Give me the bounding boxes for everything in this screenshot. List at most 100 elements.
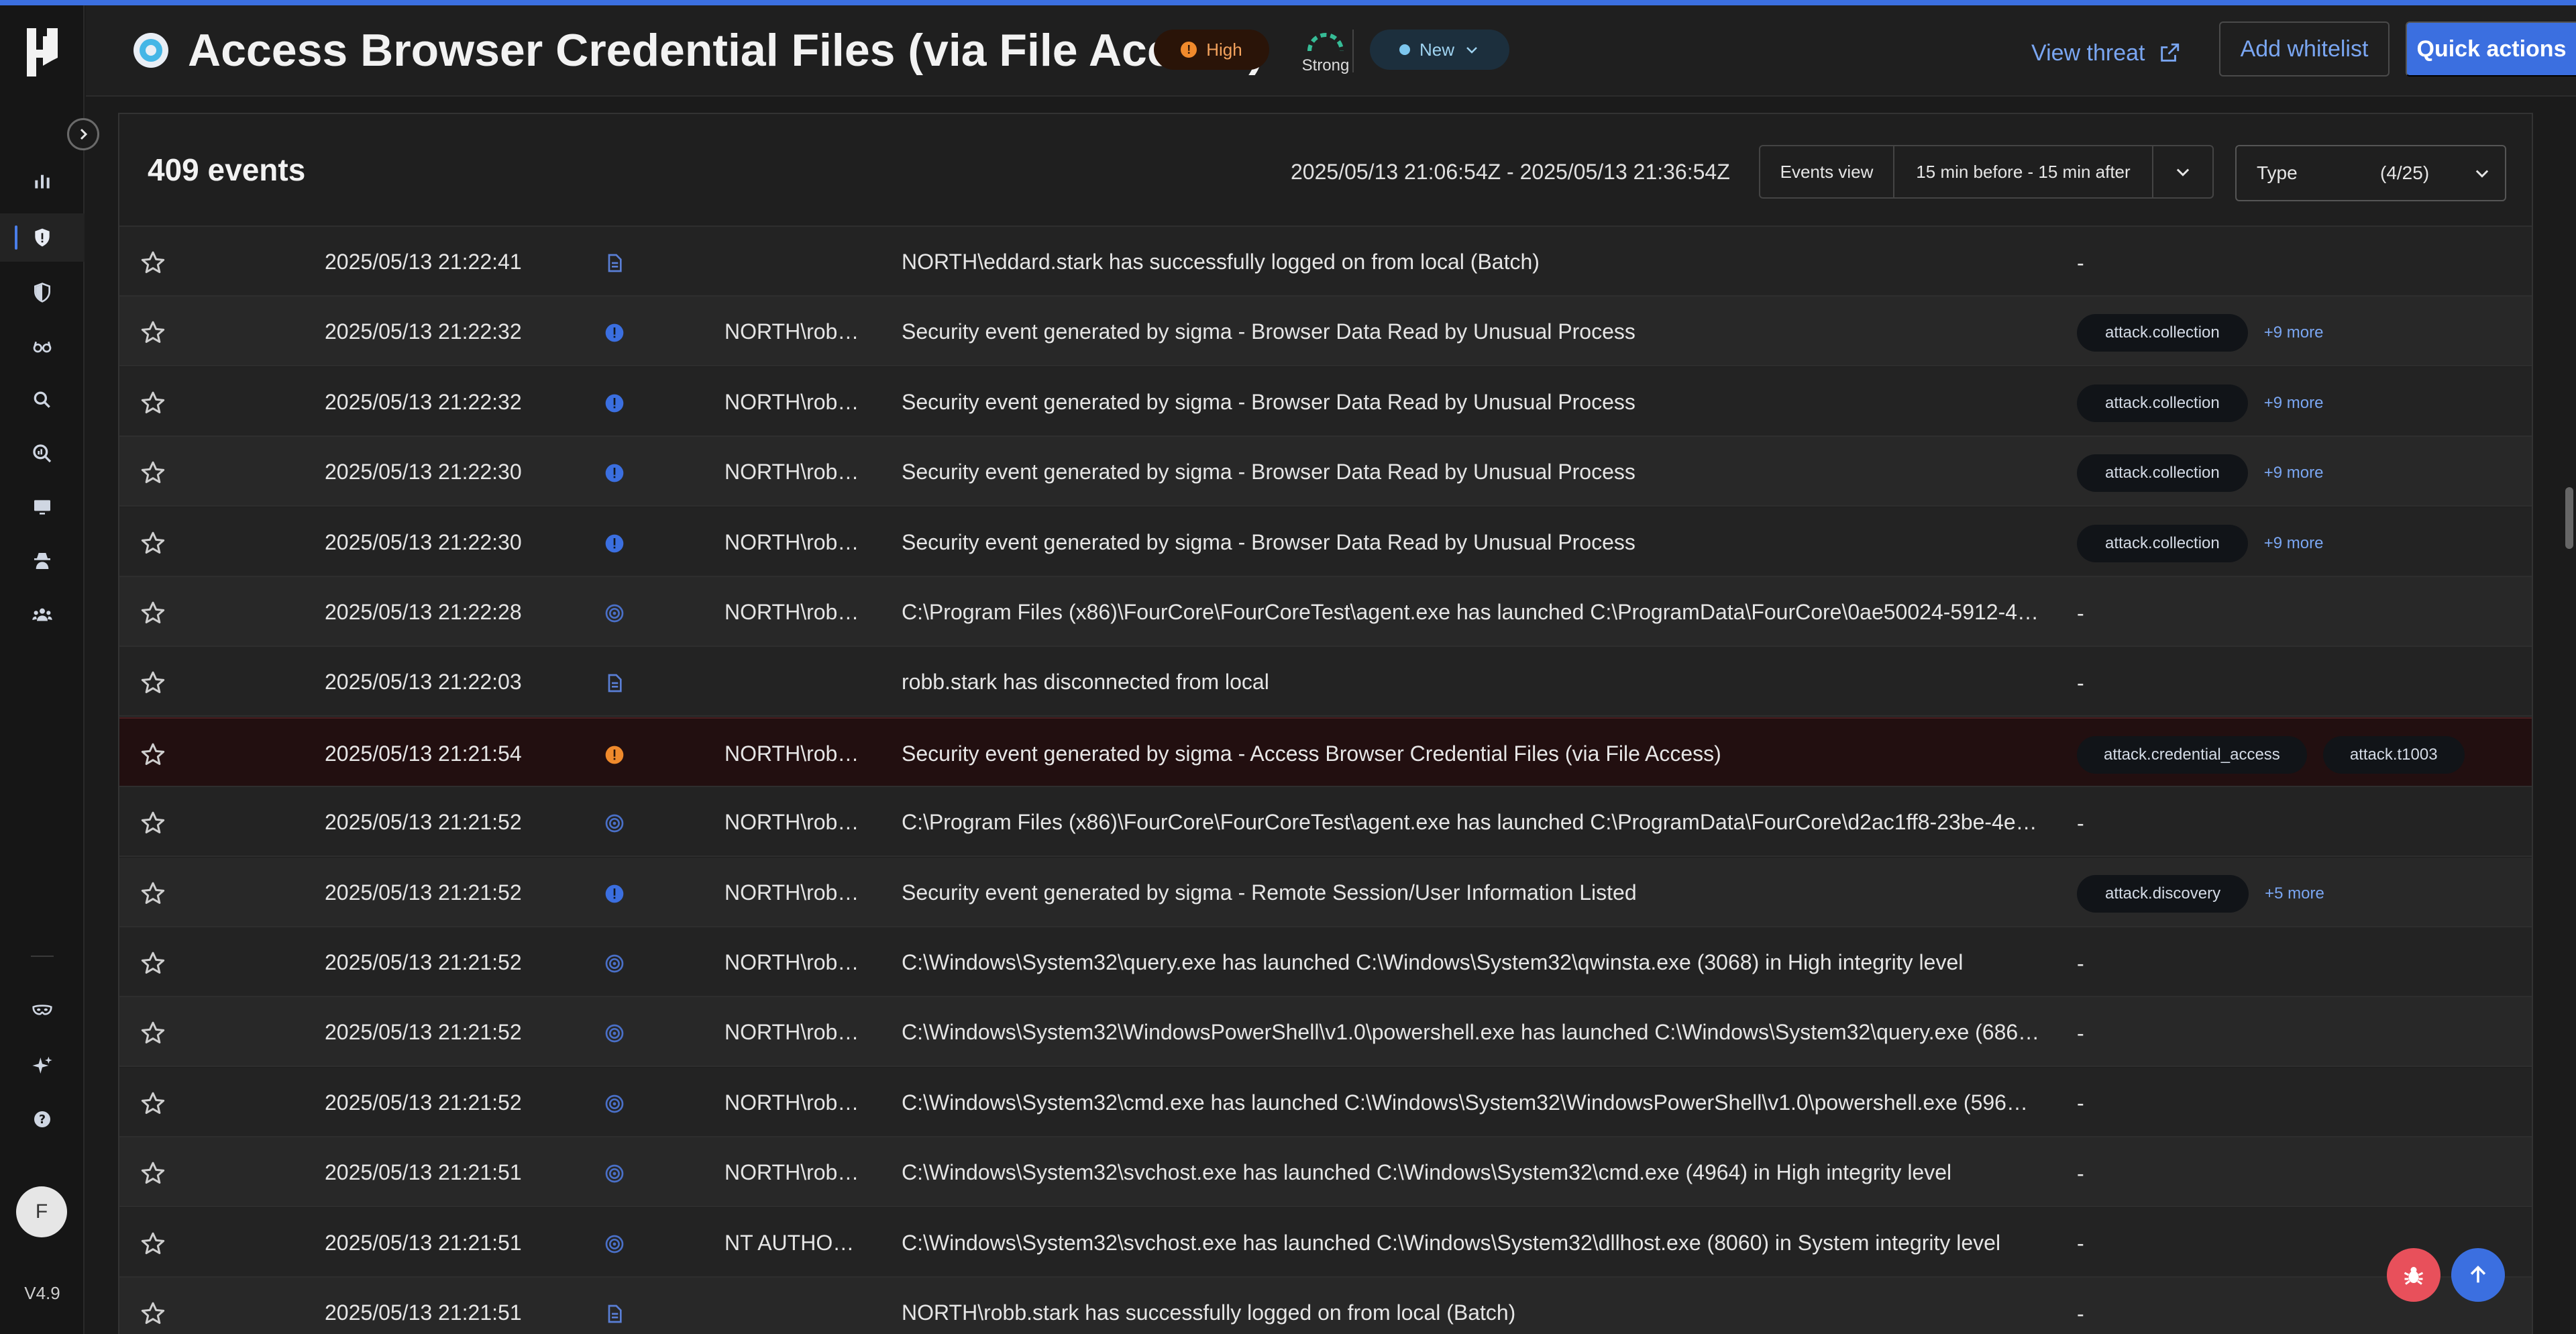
event-tags: attack.collection +9 more — [2077, 384, 2323, 422]
event-timestamp: 2025/05/13 21:22:32 — [325, 389, 522, 414]
external-link-icon — [2161, 43, 2180, 62]
log-file-icon — [604, 252, 625, 274]
nav-detections[interactable] — [0, 268, 85, 317]
star-icon[interactable] — [140, 250, 166, 276]
nav-analytics[interactable] — [0, 429, 85, 478]
sidebar-expand-button[interactable] — [67, 118, 99, 150]
mitre-tag[interactable]: attack.collection — [2077, 384, 2248, 422]
event-description: Security event generated by sigma - Brow… — [902, 529, 1635, 554]
nav-search[interactable] — [0, 376, 85, 424]
table-row[interactable]: 2025/05/13 21:21:51 NORTH\robb.stark C:\Wi… — [119, 1137, 2532, 1208]
view-threat-link[interactable]: View threat — [2031, 30, 2181, 76]
nav-endpoints[interactable] — [0, 483, 85, 531]
star-icon[interactable] — [140, 460, 166, 486]
table-row[interactable]: 2025/05/13 21:22:30 NORTH\robb.stark Secur… — [119, 437, 2532, 507]
mitre-tag[interactable]: attack.discovery — [2077, 874, 2249, 913]
table-row[interactable]: 2025/05/13 21:22:32 NORTH\robb.stark Secur… — [119, 297, 2532, 367]
more-tags-link[interactable]: +9 more — [2264, 534, 2324, 553]
mitre-tag[interactable]: attack.collection — [2077, 524, 2248, 562]
nav-agents[interactable] — [0, 537, 85, 585]
table-row[interactable]: 2025/05/13 21:22:32 NORTH\robb.stark Secur… — [119, 366, 2532, 437]
table-row[interactable]: 2025/05/13 21:21:52 NORTH\robb.stark C:\Wi… — [119, 997, 2532, 1068]
table-row[interactable]: 2025/05/13 21:21:54 NORTH\robb.stark Secur… — [119, 717, 2532, 787]
more-tags-link[interactable]: +9 more — [2264, 464, 2324, 482]
nav-threats[interactable] — [0, 213, 85, 262]
table-row[interactable]: 2025/05/13 21:21:51 NORTH\robb.stark has … — [119, 1278, 2532, 1334]
mitre-tag[interactable]: attack.collection — [2077, 454, 2248, 493]
quick-actions-button[interactable]: Quick actions — [2406, 21, 2576, 76]
star-icon[interactable] — [140, 390, 166, 417]
process-target-icon — [604, 603, 625, 624]
status-label: New — [1419, 39, 1454, 60]
star-icon[interactable] — [140, 1020, 166, 1047]
table-row[interactable]: 2025/05/13 21:21:52 NORTH\robb.stark C:\Wi… — [119, 927, 2532, 997]
event-tags: - — [2077, 1225, 2084, 1263]
page-header: Access Browser Credential Files (via Fil… — [86, 5, 2576, 97]
nav-ai[interactable] — [0, 1041, 85, 1090]
shield-half-icon — [34, 283, 50, 303]
empty-tags: - — [2077, 951, 2084, 976]
star-icon[interactable] — [140, 530, 166, 557]
star-icon[interactable] — [140, 1300, 166, 1327]
user-avatar[interactable]: F — [16, 1186, 67, 1237]
event-tags: - — [2077, 244, 2084, 282]
table-row[interactable]: 2025/05/13 21:22:28 NORTH\robb.stark C:\Pr… — [119, 577, 2532, 647]
star-icon[interactable] — [140, 1231, 166, 1258]
events-view-selector: Events view 15 min before - 15 min after — [1759, 145, 2214, 199]
type-filter-select[interactable]: Type (4/25) — [2235, 145, 2506, 201]
star-icon[interactable] — [140, 741, 166, 768]
nav-dashboard[interactable] — [0, 157, 85, 205]
star-icon[interactable] — [140, 1090, 166, 1117]
table-row[interactable]: 2025/05/13 21:22:41 NORTH\eddard.stark ha… — [119, 227, 2532, 297]
star-icon[interactable] — [140, 319, 166, 346]
event-description: C:\Windows\System32\WindowsPowerShell\v1… — [902, 1020, 2040, 1045]
strength-label: Strong — [1301, 56, 1350, 74]
events-count: 409 events — [148, 152, 306, 187]
nav-users[interactable] — [0, 591, 85, 639]
star-icon[interactable] — [140, 670, 166, 697]
svg-text:?: ? — [39, 1113, 46, 1127]
nav-help[interactable]: ? — [0, 1095, 85, 1143]
event-description: NORTH\eddard.stark has successfully logg… — [902, 250, 1540, 274]
table-row[interactable]: 2025/05/13 21:21:52 NORTH\robb.stark Secur… — [119, 857, 2532, 927]
nav-hunting[interactable] — [0, 322, 85, 370]
more-tags-link[interactable]: +5 more — [2265, 884, 2324, 903]
header-divider — [1352, 30, 1354, 72]
event-tags: - — [2077, 1155, 2084, 1192]
star-icon[interactable] — [140, 600, 166, 627]
mitre-tag[interactable]: attack.t1003 — [2322, 735, 2465, 774]
table-row[interactable]: 2025/05/13 21:22:03 robb.stark has discon… — [119, 647, 2532, 717]
star-icon[interactable] — [140, 810, 166, 837]
chevron-down-icon — [1466, 47, 1477, 54]
alert-info-icon — [604, 883, 625, 905]
status-dropdown[interactable]: New — [1370, 30, 1509, 70]
event-timestamp: 2025/05/13 21:21:51 — [325, 1230, 522, 1255]
more-tags-link[interactable]: +9 more — [2264, 323, 2324, 342]
add-whitelist-button[interactable]: Add whitelist — [2219, 21, 2390, 76]
more-tags-link[interactable]: +9 more — [2264, 394, 2324, 413]
events-view-button[interactable]: Events view — [1760, 146, 1894, 197]
star-icon[interactable] — [140, 880, 166, 907]
report-bug-button[interactable] — [2387, 1248, 2440, 1302]
mitre-tag[interactable]: attack.credential_access — [2077, 735, 2307, 774]
scroll-to-top-button[interactable] — [2451, 1248, 2505, 1302]
process-target-icon — [604, 953, 625, 974]
star-icon[interactable] — [140, 1160, 166, 1187]
arrow-up-icon — [2470, 1266, 2486, 1283]
table-row[interactable]: 2025/05/13 21:21:52 NORTH\robb.stark C:\Pr… — [119, 787, 2532, 858]
event-timestamp: 2025/05/13 21:21:51 — [325, 1300, 522, 1325]
star-icon[interactable] — [140, 950, 166, 977]
event-timestamp: 2025/05/13 21:22:30 — [325, 529, 522, 554]
nav-deception[interactable] — [0, 986, 85, 1035]
time-window-selector[interactable]: 15 min before - 15 min after — [1894, 146, 2153, 197]
alert-info-icon — [604, 462, 625, 484]
table-row[interactable]: 2025/05/13 21:22:30 NORTH\robb.stark Secur… — [119, 507, 2532, 577]
event-timestamp: 2025/05/13 21:22:03 — [325, 670, 522, 695]
app-logo[interactable] — [23, 25, 62, 79]
page-scrollbar[interactable] — [2565, 487, 2573, 549]
table-row[interactable]: 2025/05/13 21:21:51 NT AUTHORITY\SYSTEM C:… — [119, 1207, 2532, 1278]
time-window-dropdown[interactable] — [2153, 146, 2212, 197]
table-row[interactable]: 2025/05/13 21:21:52 NORTH\robb.stark C:\Wi… — [119, 1067, 2532, 1137]
event-user: NORTH\robb.stark — [724, 1020, 868, 1045]
mitre-tag[interactable]: attack.collection — [2077, 314, 2248, 352]
